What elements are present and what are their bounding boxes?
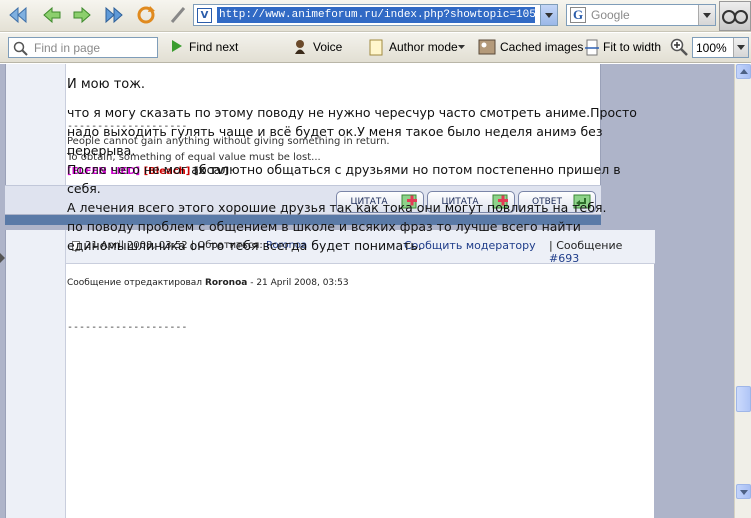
- forum-post: 21 April 2008, 03:52 | Обратиться: Roron…: [5, 230, 655, 518]
- find-placeholder[interactable]: Find in page: [34, 41, 100, 55]
- reload-icon[interactable]: [134, 3, 158, 27]
- zoom-select[interactable]: 100%: [692, 37, 749, 58]
- post-paragraph: А лечения всего этого хорошие друзья так…: [67, 200, 607, 215]
- post-paragraph: по поводу проблем с общением в школе и в…: [67, 219, 581, 253]
- favicon-icon: V: [197, 8, 212, 23]
- page-viewport: И мою тож. -------------------- People c…: [0, 64, 734, 518]
- fit-width-icon: [585, 39, 599, 56]
- fit-to-width-button[interactable]: Fit to width: [603, 40, 661, 54]
- search-placeholder[interactable]: Google: [591, 8, 630, 22]
- scroll-thumb[interactable]: [736, 386, 751, 412]
- image-icon: [478, 39, 496, 55]
- address-url[interactable]: http://www.animeforum.ru/index.php?showt…: [217, 7, 535, 23]
- tools-toolbar: Find in page Find next Voice Author mode…: [0, 33, 751, 63]
- zoom-value[interactable]: 100%: [696, 41, 727, 55]
- search-icon: [13, 41, 28, 56]
- post-paragraph: После чего не мог абсалютно общаться с д…: [67, 162, 621, 196]
- pen-icon[interactable]: [166, 3, 190, 27]
- chevron-down-icon[interactable]: [458, 45, 466, 51]
- glasses-icon[interactable]: [719, 1, 751, 31]
- address-bar[interactable]: V http://www.animeforum.ru/index.php?sho…: [193, 4, 558, 26]
- voice-button[interactable]: Voice: [313, 40, 342, 54]
- back-icon[interactable]: [40, 3, 64, 27]
- navigation-toolbar: V http://www.animeforum.ru/index.php?sho…: [0, 0, 751, 32]
- post-body: что я могу сказать по этому поводу не ну…: [67, 103, 645, 255]
- search-dropdown-icon[interactable]: [698, 5, 715, 25]
- post-paragraph: что я могу сказать по этому поводу не ну…: [67, 105, 637, 158]
- find-in-page-input[interactable]: Find in page: [8, 37, 158, 58]
- search-box[interactable]: G Google: [566, 4, 716, 26]
- author-mode-button[interactable]: Author mode: [389, 40, 458, 54]
- document-icon: [369, 39, 383, 56]
- forward-icon[interactable]: [70, 3, 94, 27]
- edited-note: Сообщение отредактировал Roronoa - 21 Ap…: [67, 278, 349, 288]
- edited-date: - 21 April 2008, 03:53: [250, 278, 349, 288]
- author-column: [6, 230, 66, 518]
- fast-forward-icon[interactable]: [102, 3, 126, 27]
- voice-icon: [295, 40, 305, 54]
- browser-window: { "browser": { "address_url": "http://ww…: [0, 0, 751, 518]
- cached-images-button[interactable]: Cached images: [500, 40, 583, 54]
- vertical-scrollbar[interactable]: [734, 64, 751, 518]
- google-logo-icon: G: [570, 7, 586, 23]
- scroll-up-icon[interactable]: [736, 64, 751, 79]
- scroll-down-icon[interactable]: [736, 484, 751, 499]
- edited-prefix: Сообщение отредактировал: [67, 278, 203, 288]
- play-icon: [172, 40, 182, 52]
- zoom-icon: [670, 38, 688, 56]
- address-dropdown-icon[interactable]: [540, 5, 557, 25]
- edited-by: Roronoa: [204, 278, 248, 288]
- find-next-button[interactable]: Find next: [189, 40, 238, 54]
- post-text: И мою тож.: [67, 77, 146, 92]
- rewind-icon[interactable]: [6, 3, 30, 27]
- signature-divider: --------------------: [67, 322, 188, 333]
- zoom-dropdown-icon[interactable]: [733, 38, 748, 57]
